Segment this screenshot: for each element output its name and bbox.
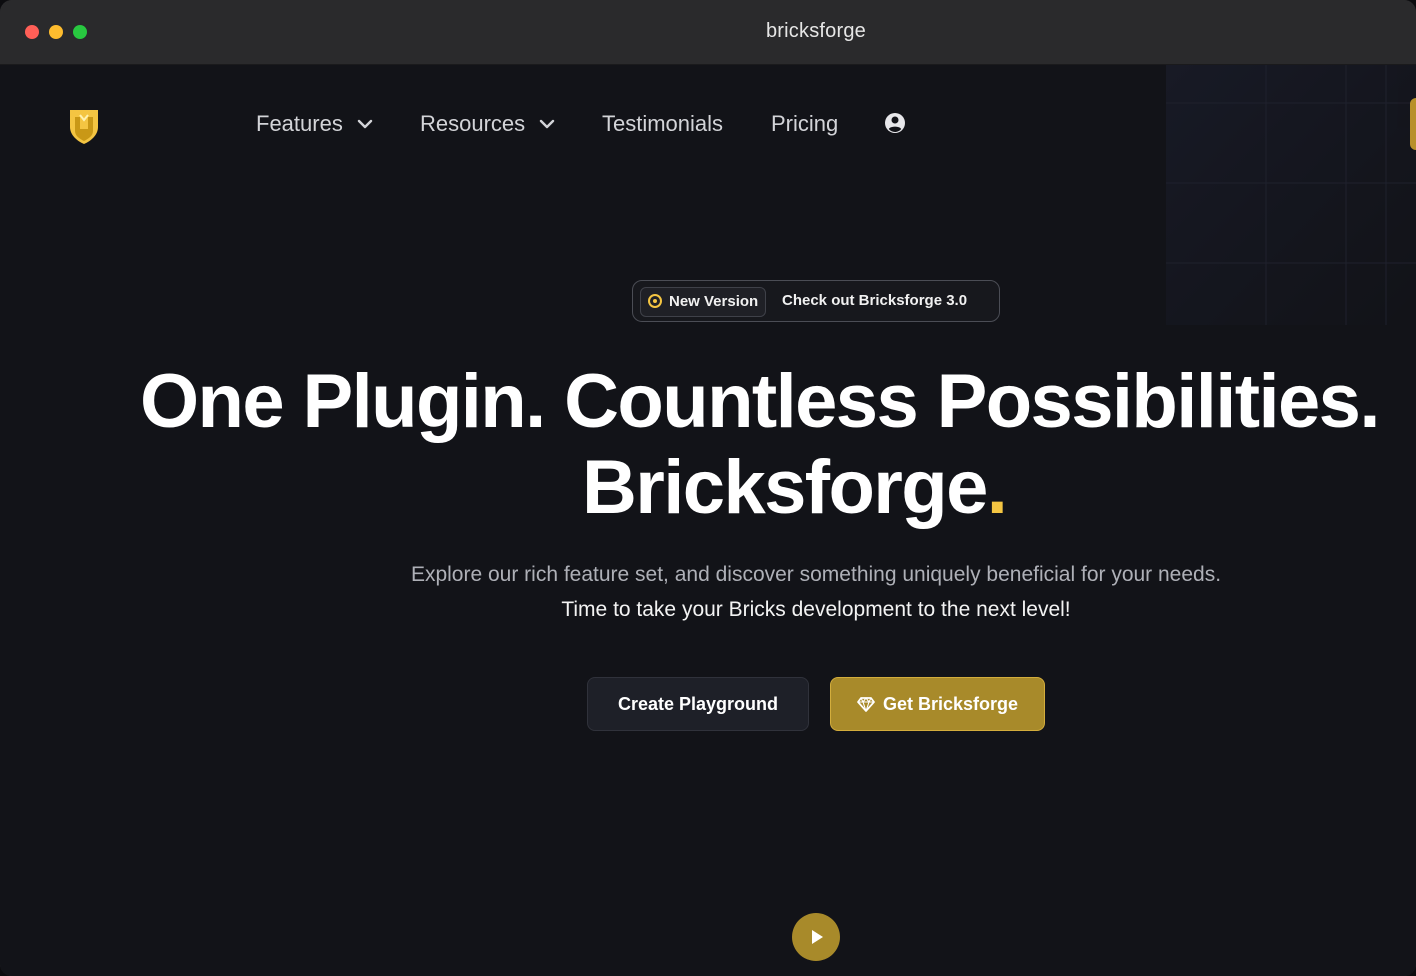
partially-visible-header-button[interactable] xyxy=(1410,98,1416,150)
new-version-message: Check out Bricksforge 3.0 xyxy=(782,292,968,309)
play-icon xyxy=(812,930,823,944)
page-content: Features Resources Testimonials Pricing xyxy=(0,65,1416,976)
minimize-window-button[interactable] xyxy=(49,25,63,39)
window-title: bricksforge xyxy=(765,20,866,42)
nav-features-label: Features xyxy=(256,111,343,136)
title-bar: bricksforge xyxy=(0,0,1416,65)
hero-brand-name: Bricksforge xyxy=(582,445,988,530)
background-grid-decoration xyxy=(1166,65,1416,325)
chevron-down-icon xyxy=(357,119,373,129)
diamond-icon xyxy=(857,697,875,712)
nav-features[interactable]: Features xyxy=(256,111,375,137)
create-playground-button[interactable]: Create Playground xyxy=(587,677,809,731)
user-circle-icon[interactable] xyxy=(884,112,906,134)
play-video-button[interactable] xyxy=(792,913,840,961)
get-bricksforge-button[interactable]: Get Bricksforge xyxy=(830,677,1045,731)
get-bricksforge-label: Get Bricksforge xyxy=(882,693,1019,714)
maximize-window-button[interactable] xyxy=(73,25,87,39)
nav-pricing[interactable]: Pricing xyxy=(771,111,838,137)
create-playground-label: Create Playground xyxy=(617,693,779,714)
hero-accent-dot: . xyxy=(986,445,1008,530)
chevron-down-icon xyxy=(539,119,555,129)
bricksforge-logo-icon[interactable] xyxy=(66,107,102,145)
nav-pricing-label: Pricing xyxy=(771,111,839,136)
hero-title-line-1: One Plugin. Countless Possibilities. xyxy=(140,359,1380,444)
close-window-button[interactable] xyxy=(25,25,39,39)
nav-resources-label: Resources xyxy=(420,111,526,136)
hero-subtitle-line-2: Time to take your Bricks development to … xyxy=(561,598,1071,621)
hero-title-line-2: Bricksforge. xyxy=(582,445,1008,531)
browser-window: bricksforge Features Resources Testimoni… xyxy=(0,0,1416,976)
hero-subtitle-line-1: Explore our rich feature set, and discov… xyxy=(410,563,1222,586)
new-version-banner[interactable]: New Version Check out Bricksforge 3.0 xyxy=(632,280,1000,322)
new-version-label: New Version xyxy=(669,293,759,310)
nav-resources[interactable]: Resources xyxy=(420,111,557,137)
status-dot-icon xyxy=(648,294,662,308)
nav-testimonials-label: Testimonials xyxy=(602,111,724,136)
nav-testimonials[interactable]: Testimonials xyxy=(602,111,723,137)
new-version-pill: New Version xyxy=(640,287,767,317)
